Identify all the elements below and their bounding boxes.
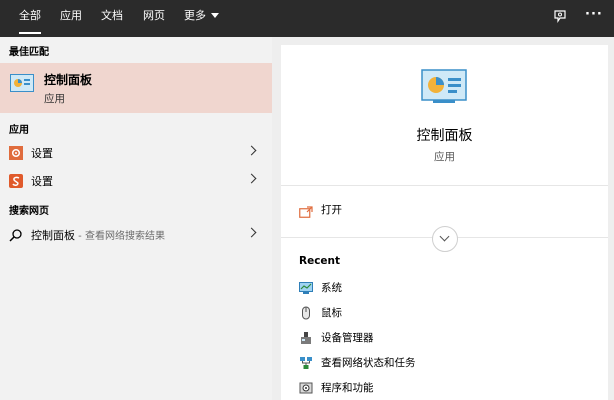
chevron-right-icon[interactable]	[246, 227, 257, 238]
tab-documents-label: 文档	[101, 9, 123, 22]
app-result-label: 设置	[31, 175, 53, 188]
more-options-glyph: ···	[585, 7, 603, 22]
search-icon	[9, 227, 23, 242]
recent-heading: Recent	[299, 255, 341, 267]
settings-s-icon	[9, 173, 23, 188]
best-match-title: 控制面板	[44, 73, 93, 87]
best-match-subtitle: 应用	[44, 93, 65, 105]
settings-gear-icon	[9, 145, 23, 160]
results-panel: 最佳匹配 控制面板 应用 应用 设置 设置 搜索网页 控制面板 - 查看网络搜索…	[0, 37, 272, 400]
tab-web[interactable]: 网页	[143, 0, 165, 37]
app-result-settings-1[interactable]: 设置	[0, 139, 272, 165]
web-heading: 搜索网页	[9, 206, 49, 217]
preview-subtitle: 应用	[434, 151, 455, 163]
tab-all[interactable]: 全部	[19, 0, 41, 37]
app-result-label: 设置	[31, 147, 53, 160]
best-match-heading: 最佳匹配	[9, 47, 49, 58]
control-panel-icon	[10, 74, 34, 92]
chevron-right-icon[interactable]	[246, 145, 257, 156]
chevron-right-icon[interactable]	[246, 173, 257, 184]
web-search-suffix: - 查看网络搜索结果	[75, 231, 165, 242]
app-result-settings-2[interactable]: 设置	[0, 167, 272, 193]
chevron-down-icon	[211, 12, 219, 18]
tab-apps-label: 应用	[60, 9, 82, 22]
recent-item-label: 系统	[321, 282, 342, 294]
open-icon	[299, 203, 313, 218]
programs-icon	[299, 380, 313, 394]
best-match-item[interactable]: 控制面板 应用	[0, 63, 272, 113]
web-search-text: 控制面板 - 查看网络搜索结果	[31, 227, 165, 243]
device-manager-icon	[299, 330, 313, 344]
chevron-down-icon	[439, 231, 450, 242]
more-options-icon[interactable]: ···	[585, 7, 603, 22]
recent-item-label: 鼠标	[321, 307, 342, 319]
tab-apps[interactable]: 应用	[60, 0, 82, 37]
active-tab-indicator	[19, 32, 41, 34]
top-bar: 全部 应用 文档 网页 更多 ···	[0, 0, 614, 37]
tab-documents[interactable]: 文档	[101, 0, 123, 37]
recent-item-label: 查看网络状态和任务	[321, 357, 416, 369]
control-panel-large-icon	[421, 69, 467, 105]
tab-web-label: 网页	[143, 9, 165, 22]
system-icon	[299, 280, 313, 294]
recent-item-label: 设备管理器	[321, 332, 374, 344]
web-search-query: 控制面板	[31, 229, 75, 242]
open-label: 打开	[321, 204, 342, 216]
feedback-icon[interactable]	[552, 9, 568, 29]
tab-more[interactable]: 更多	[184, 0, 219, 37]
divider	[281, 185, 608, 186]
open-action[interactable]: 打开	[299, 200, 589, 222]
recent-item-label: 程序和功能	[321, 382, 374, 394]
apps-heading: 应用	[9, 125, 29, 136]
preview-title: 控制面板	[416, 128, 473, 144]
network-icon	[299, 355, 313, 369]
tab-more-label: 更多	[184, 9, 206, 22]
mouse-icon	[299, 305, 313, 320]
web-search-result[interactable]: 控制面板 - 查看网络搜索结果	[0, 221, 272, 247]
preview-pane: 控制面板 应用 打开 Recent 系统 鼠标 设备管理器 查看网络状态和任务	[281, 45, 608, 400]
expand-button[interactable]	[432, 226, 458, 252]
tab-all-label: 全部	[19, 9, 41, 22]
